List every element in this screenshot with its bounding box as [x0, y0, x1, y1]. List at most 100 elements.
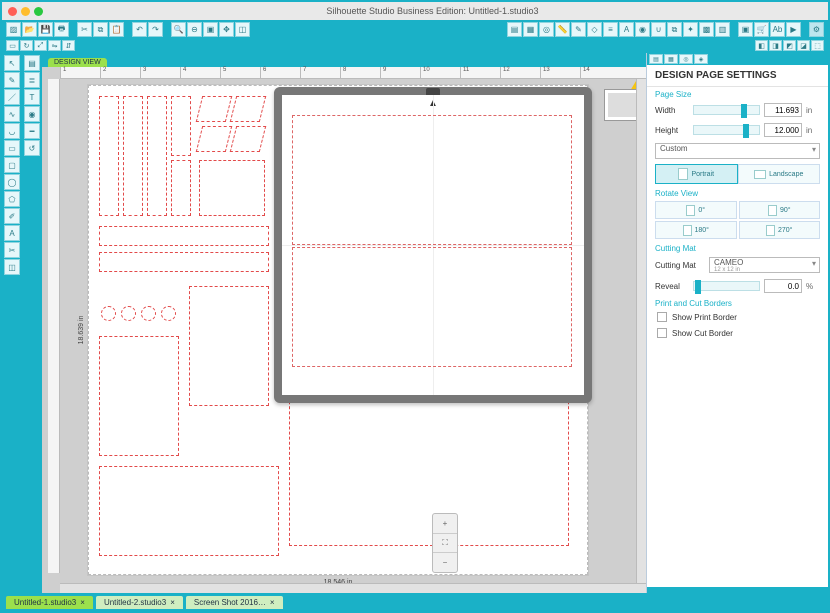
edit-points-tool[interactable]: ✎: [4, 72, 20, 88]
library-tab-button[interactable]: Ab: [770, 22, 785, 37]
orientation-portrait-button[interactable]: Portrait: [655, 164, 738, 184]
width-slider[interactable]: [693, 105, 760, 115]
rotate-180-button[interactable]: 180°: [655, 221, 737, 239]
cut-outline[interactable]: [199, 160, 265, 216]
cutting-mat[interactable]: ▲: [274, 87, 592, 403]
reveal-slider[interactable]: [693, 281, 760, 291]
panel-toggle-2[interactable]: ◨: [769, 40, 782, 51]
zoom-rect-button[interactable]: ◫: [235, 22, 250, 37]
document-tab[interactable]: Untitled-1.studio3 ×: [6, 596, 93, 609]
zoom-minus-button[interactable]: −: [433, 553, 457, 572]
cut-outline[interactable]: [99, 226, 269, 246]
knife-mode-button[interactable]: ✎: [571, 22, 586, 37]
panel-toggle-1[interactable]: ◧: [755, 40, 768, 51]
ellipse-tool[interactable]: ◯: [4, 174, 20, 190]
mat-shape[interactable]: [292, 115, 572, 245]
zoom-in-button[interactable]: 🔍: [171, 22, 186, 37]
cut-outline[interactable]: [99, 96, 119, 216]
registration-button[interactable]: ◎: [539, 22, 554, 37]
close-tab-icon[interactable]: ×: [170, 598, 175, 607]
cut-outline[interactable]: [99, 466, 279, 556]
panel-toggle-3[interactable]: ◩: [783, 40, 796, 51]
maximize-window-icon[interactable]: [34, 7, 43, 16]
text-button[interactable]: A: [619, 22, 634, 37]
nesting-button[interactable]: ▩: [699, 22, 714, 37]
line-panel-icon[interactable]: ━: [24, 123, 40, 139]
new-file-button[interactable]: ▨: [6, 22, 21, 37]
close-window-icon[interactable]: [8, 7, 17, 16]
document-tab[interactable]: Screen Shot 2016… ×: [186, 596, 283, 609]
height-slider[interactable]: [693, 125, 760, 135]
flip-h-button[interactable]: ⇋: [48, 40, 61, 51]
vertical-scrollbar[interactable]: [636, 79, 646, 583]
modify-button[interactable]: ✦: [683, 22, 698, 37]
cut-outline[interactable]: [171, 96, 191, 156]
zoom-fit-button[interactable]: ⛶: [433, 534, 457, 554]
height-input[interactable]: [764, 123, 802, 137]
view-tab-design[interactable]: DESIGN VIEW: [48, 58, 107, 67]
rectangle-tool[interactable]: ▭: [4, 140, 20, 156]
line-tool[interactable]: ／: [4, 89, 20, 105]
reveal-input[interactable]: [764, 279, 802, 293]
rotate-270-button[interactable]: 270°: [739, 221, 821, 239]
cut-outline[interactable]: [230, 96, 266, 122]
show-cut-border-checkbox[interactable]: [657, 328, 667, 338]
ruler-button[interactable]: 📏: [555, 22, 570, 37]
cut-outline[interactable]: [141, 306, 156, 321]
reg-marks-tab[interactable]: ◎: [679, 54, 693, 64]
text-tool[interactable]: A: [4, 225, 20, 241]
close-tab-icon[interactable]: ×: [270, 598, 275, 607]
weld-button[interactable]: ∪: [651, 22, 666, 37]
select-tool[interactable]: ↖: [4, 55, 20, 71]
minimize-window-icon[interactable]: [21, 7, 30, 16]
cut-outline[interactable]: [189, 286, 269, 406]
redo-button[interactable]: ↷: [148, 22, 163, 37]
panel-toggle-4[interactable]: ◪: [797, 40, 810, 51]
preferences-button[interactable]: ⚙: [809, 22, 824, 37]
cut-outline[interactable]: [196, 126, 232, 152]
orientation-landscape-button[interactable]: Landscape: [738, 164, 821, 184]
mat-shape[interactable]: [292, 247, 572, 367]
flip-v-button[interactable]: ⇵: [62, 40, 75, 51]
cut-outline[interactable]: [230, 126, 266, 152]
zoom-out-button[interactable]: ⊖: [187, 22, 202, 37]
open-file-button[interactable]: 📂: [22, 22, 37, 37]
preview-thumbnail[interactable]: [604, 89, 640, 121]
object-props-button[interactable]: ▤: [507, 22, 522, 37]
curve-tool[interactable]: ∿: [4, 106, 20, 122]
undo-button[interactable]: ↶: [132, 22, 147, 37]
width-input[interactable]: [764, 103, 802, 117]
cut-outline[interactable]: [101, 306, 116, 321]
scale-mode-button[interactable]: ⤢: [34, 40, 47, 51]
rotate-mode-button[interactable]: ↻: [20, 40, 33, 51]
close-tab-icon[interactable]: ×: [80, 598, 85, 607]
cut-outline[interactable]: [147, 96, 167, 216]
zoom-plus-button[interactable]: +: [433, 514, 457, 534]
cut-outline[interactable]: [123, 96, 143, 216]
replicate-button[interactable]: ⧉: [667, 22, 682, 37]
document-tab[interactable]: Untitled-2.studio3 ×: [96, 596, 183, 609]
cut-outline[interactable]: [196, 96, 232, 122]
align-button[interactable]: ≡: [603, 22, 618, 37]
canvas-area[interactable]: DESIGN VIEW 1 2 3 4 5 6 7 8 9 10 11 12 1…: [42, 53, 646, 593]
show-print-border-checkbox[interactable]: [657, 312, 667, 322]
round-rect-tool[interactable]: ▢: [4, 157, 20, 173]
page-settings-tab[interactable]: ▤: [649, 54, 663, 64]
freehand-tool[interactable]: ✐: [4, 208, 20, 224]
layers-panel-icon[interactable]: ≣: [24, 72, 40, 88]
zoom-fit-button[interactable]: ▣: [203, 22, 218, 37]
knife-tool[interactable]: ✂: [4, 242, 20, 258]
rotate-90-button[interactable]: 90°: [739, 201, 821, 219]
polygon-tool[interactable]: ⬠: [4, 191, 20, 207]
print-button[interactable]: 🖶: [54, 22, 69, 37]
copy-button[interactable]: ⧉: [93, 22, 108, 37]
page-settings-button[interactable]: ▦: [523, 22, 538, 37]
cut-button[interactable]: ✂: [77, 22, 92, 37]
cut-outline[interactable]: [289, 386, 569, 546]
offset-button[interactable]: ◉: [635, 22, 650, 37]
fill-panel-icon[interactable]: ◉: [24, 106, 40, 122]
library-panel-icon[interactable]: ▤: [24, 55, 40, 71]
cut-outline[interactable]: [161, 306, 176, 321]
design-tab-button[interactable]: ▣: [738, 22, 753, 37]
store-tab-button[interactable]: 🛒: [754, 22, 769, 37]
